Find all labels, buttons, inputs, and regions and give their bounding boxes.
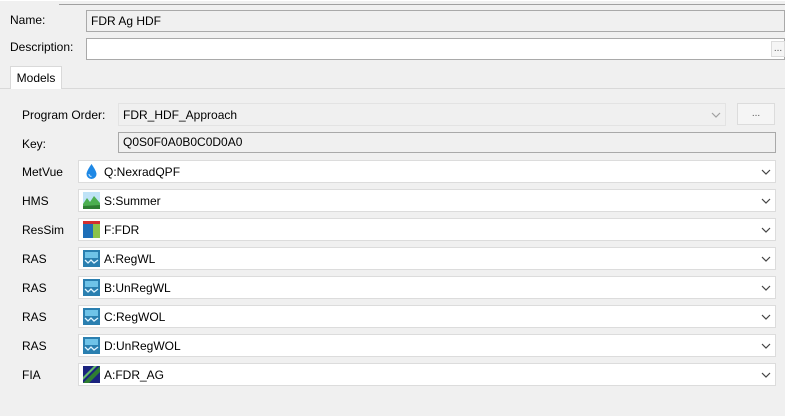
key-field[interactable]: Q0S0F0A0B0C0D0A0 [118,132,776,153]
ras-icon [83,279,100,296]
model-value: D:UnRegWOL [104,339,181,353]
model-label: RAS [22,252,47,266]
fia-icon [83,366,100,383]
name-field[interactable]: FDR Ag HDF [86,10,785,32]
model-value: B:UnRegWL [104,281,171,295]
program-order-browse-button[interactable]: ... [737,103,775,125]
model-value: Q:NexradQPF [104,165,181,179]
top-divider [59,4,785,5]
model-label: RAS [22,339,47,353]
tab-models[interactable]: Models [10,66,62,89]
model-label: ResSim [22,223,65,237]
chevron-down-icon [761,343,771,349]
model-select-hms[interactable]: S:Summer [78,189,776,212]
chevron-down-icon [711,112,721,118]
program-order-label: Program Order: [22,108,106,122]
model-select-ressim[interactable]: F:FDR [78,218,776,241]
ras-icon [83,337,100,354]
key-label: Key: [22,137,47,151]
model-label: MetVue [22,165,63,179]
metvue-drop-icon [86,164,97,179]
name-label: Name: [10,13,46,27]
model-label: HMS [22,194,49,208]
model-label: RAS [22,310,47,324]
description-label: Description: [10,40,74,54]
model-value: F:FDR [104,223,140,237]
model-select-ras-a[interactable]: A:RegWL [78,247,776,270]
model-value: S:Summer [104,194,161,208]
program-order-value: FDR_HDF_Approach [123,108,238,122]
program-order-select[interactable]: FDR_HDF_Approach [118,103,726,126]
model-label: RAS [22,281,47,295]
models-panel: Program Order: FDR_HDF_Approach ... Key:… [10,89,785,416]
chevron-down-icon [761,198,771,204]
chevron-down-icon [761,169,771,175]
top-border [0,0,785,1]
model-select-ras-b[interactable]: B:UnRegWL [78,276,776,299]
model-select-ras-d[interactable]: D:UnRegWOL [78,334,776,357]
hms-icon [83,192,100,209]
model-value: A:RegWL [104,252,156,266]
description-field[interactable] [86,38,785,60]
ras-icon [83,250,100,267]
chevron-down-icon [761,256,771,262]
chevron-down-icon [761,285,771,291]
chevron-down-icon [761,314,771,320]
chevron-down-icon [761,227,771,233]
model-select-metvue[interactable]: Q:NexradQPF [78,160,776,183]
description-browse-button[interactable]: ... [771,41,785,57]
model-label: FIA [22,368,41,382]
model-select-fia[interactable]: A:FDR_AG [78,363,776,386]
ressim-icon [83,221,100,238]
model-value: A:FDR_AG [104,368,165,382]
ras-icon [83,308,100,325]
model-select-ras-c[interactable]: C:RegWOL [78,305,776,328]
chevron-down-icon [761,372,771,378]
model-value: C:RegWOL [104,310,166,324]
